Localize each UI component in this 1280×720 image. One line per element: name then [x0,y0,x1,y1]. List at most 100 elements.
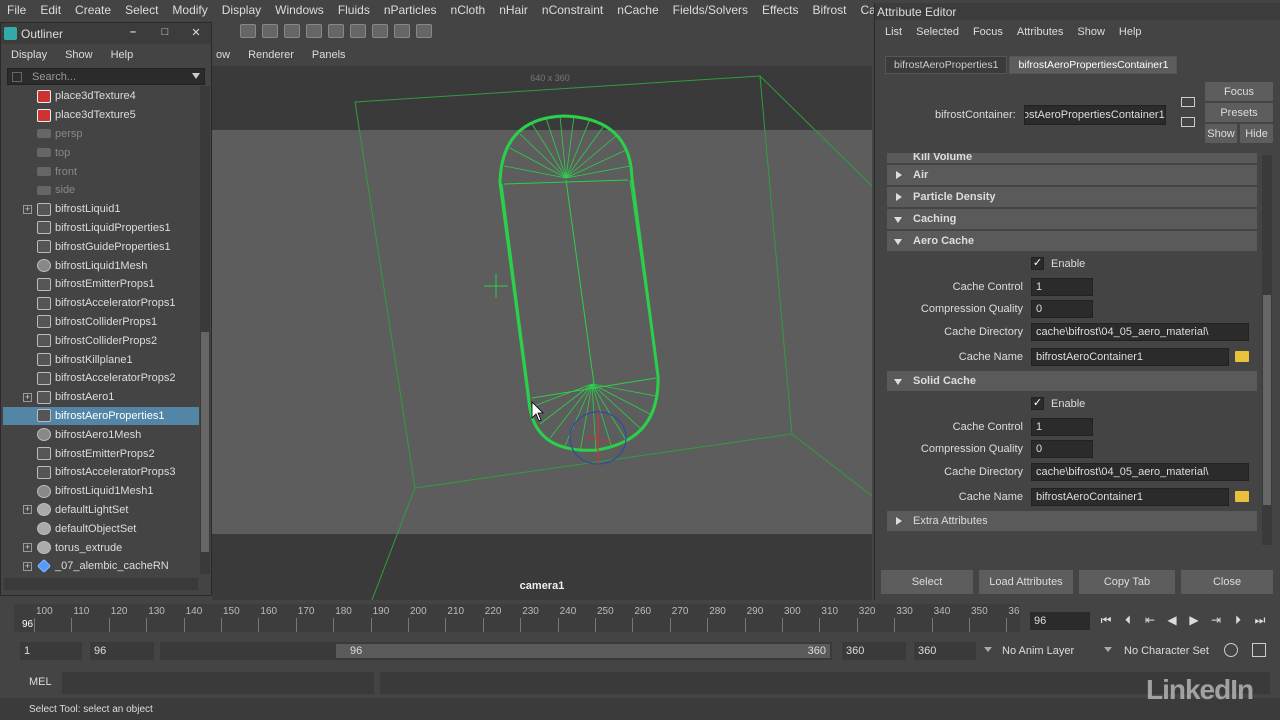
tab-aero-properties[interactable]: bifrostAeroProperties1 [885,56,1008,74]
outliner-item[interactable]: bifrostColliderProps2 [3,331,199,350]
attribute-editor-scrollbar[interactable] [1262,155,1272,545]
outliner-item[interactable]: bifrostColliderProps1 [3,313,199,332]
range-slider-track[interactable]: 96 360 [160,642,832,660]
step-back-key-icon[interactable]: ⇤ [1142,612,1158,628]
outliner-item[interactable]: side [3,181,199,200]
section-caching[interactable]: Caching [887,209,1257,229]
playback-start-field[interactable]: 96 [90,642,154,660]
menu-modify[interactable]: Modify [165,3,214,17]
menu-bifrost[interactable]: Bifrost [805,3,853,17]
3d-viewport[interactable]: 640 x 360 camera1 [212,66,872,600]
auto-key-icon[interactable] [1224,643,1238,657]
menu-fluids[interactable]: Fluids [331,3,377,17]
viewport-menu-panels[interactable]: Panels [312,49,346,61]
outliner-menu-display[interactable]: Display [11,49,47,61]
section-air[interactable]: Air [887,165,1257,185]
anim-layer-dropdown[interactable]: No Anim Layer [998,642,1098,660]
menu-effects[interactable]: Effects [755,3,805,17]
outliner-menu-show[interactable]: Show [65,49,93,61]
outliner-vertical-scrollbar[interactable] [200,86,210,574]
outliner-item[interactable]: + bifrostLiquid1 [3,200,199,219]
toolbar-button[interactable] [262,24,278,38]
outliner-item[interactable]: defaultObjectSet [3,519,199,538]
outliner-search-input[interactable]: Search... [7,68,205,85]
menu-fields-solvers[interactable]: Fields/Solvers [666,3,755,17]
step-back-icon[interactable]: ⏴ [1120,612,1136,628]
tab-aero-properties-container[interactable]: bifrostAeroPropertiesContainer1 [1009,56,1178,74]
show-button[interactable]: Show [1205,124,1237,143]
scrollbar-thumb[interactable] [201,332,209,552]
menu-nhair[interactable]: nHair [492,3,535,17]
mel-label[interactable]: MEL [29,676,52,688]
expand-icon[interactable]: + [23,392,32,402]
solid-enable-checkbox[interactable]: ✓ [1031,397,1044,410]
outliner-item[interactable]: bifrostEmitterProps1 [3,275,199,294]
solid-compression-field[interactable]: 0 [1031,440,1093,459]
maximize-button[interactable]: □ [156,26,174,41]
expand-icon[interactable]: + [23,543,32,553]
toolbar-button[interactable] [240,24,256,38]
section-solid-cache[interactable]: Solid Cache [887,371,1257,391]
outliner-item[interactable]: bifrostGuideProperties1 [3,237,199,256]
expand-icon[interactable]: + [23,204,32,214]
chevron-down-icon[interactable] [1104,647,1112,652]
close-panel-button[interactable]: Close [1181,570,1273,594]
toolbar-button[interactable] [284,24,300,38]
menu-select[interactable]: Select [118,3,165,17]
section-particle-density[interactable]: Particle Density [887,187,1257,207]
menu-create[interactable]: Create [68,3,118,17]
section-kill-volume[interactable]: Kill Volume [887,153,1257,163]
copy-tab-button[interactable]: Copy Tab [1079,570,1175,594]
outliner-item[interactable]: bifrostAeroProperties1 [3,406,199,426]
capsule-mesh[interactable] [498,114,660,453]
toolbar-button[interactable] [394,24,410,38]
section-extra-attributes[interactable]: Extra Attributes [887,511,1257,531]
select-button[interactable]: Select [881,570,973,594]
load-attributes-button[interactable]: Load Attributes [979,570,1073,594]
preferences-icon[interactable] [1252,643,1266,657]
section-aero-cache[interactable]: Aero Cache [887,231,1257,251]
playback-end-field[interactable]: 360 [842,642,906,660]
folder-icon[interactable] [1235,351,1249,362]
ae-menu-focus[interactable]: Focus [973,26,1003,38]
animation-start-field[interactable]: 1 [20,642,82,660]
chevron-down-icon[interactable] [192,73,200,79]
range-slider-bar[interactable]: 96 360 [336,644,830,658]
focus-button[interactable]: Focus [1205,82,1273,101]
toolbar-button[interactable] [372,24,388,38]
outliner-item[interactable]: bifrostLiquid1Mesh1 [3,482,199,501]
outliner-item[interactable]: place3dTexture4 [3,87,199,106]
toolbar-button[interactable] [350,24,366,38]
outliner-item[interactable]: bifrostAcceleratorProps1 [3,294,199,313]
current-frame-field[interactable]: 96 [1030,612,1090,630]
menu-ncloth[interactable]: nCloth [444,3,493,17]
play-forwards-icon[interactable]: ▶ [1186,612,1202,628]
solid-cache-control-field[interactable]: 1 [1031,417,1093,436]
aero-compression-field[interactable]: 0 [1031,300,1093,319]
outliner-item[interactable]: + _07_alembic_cacheRN [3,557,199,576]
menu-display[interactable]: Display [215,3,268,17]
aero-name-field[interactable]: bifrostAeroContainer1 [1031,348,1229,366]
focus-input-icon[interactable] [1181,97,1195,107]
time-slider[interactable]: 100 110 120 130 140 150 160 170 180 190 200 210 220 2… [0,600,1280,636]
menu-nparticles[interactable]: nParticles [377,3,444,17]
toolbar-button[interactable] [306,24,322,38]
toolbar-button[interactable] [328,24,344,38]
go-to-start-icon[interactable]: ⏮ [1098,612,1114,628]
outliner-item[interactable]: bifrostAero1Mesh [3,425,199,444]
viewport-menu-renderer[interactable]: Renderer [248,49,294,61]
outliner-item[interactable]: top [3,143,199,162]
focus-output-icon[interactable] [1181,117,1195,127]
ae-menu-show[interactable]: Show [1077,26,1105,38]
go-to-end-icon[interactable]: ⏭ [1252,612,1268,628]
animation-end-field[interactable]: 360 [914,642,976,660]
step-forward-key-icon[interactable]: ⇥ [1208,612,1224,628]
solid-name-field[interactable]: bifrostAeroContainer1 [1031,488,1229,506]
toolbar-button[interactable] [416,24,432,38]
mel-input[interactable] [62,672,374,694]
outliner-horizontal-scrollbar[interactable] [4,578,198,590]
expand-icon[interactable]: + [23,505,32,515]
character-set-dropdown[interactable]: No Character Set [1120,642,1220,660]
outliner-item[interactable]: place3dTexture5 [3,106,199,125]
presets-button[interactable]: Presets [1205,103,1273,122]
